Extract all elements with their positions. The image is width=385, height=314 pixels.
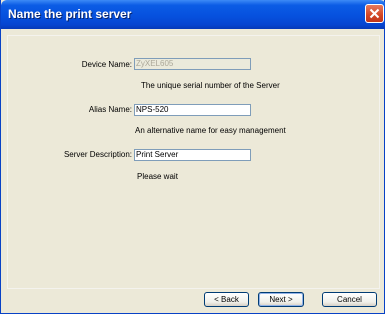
- device-name-field: ZyXEL605: [134, 58, 251, 70]
- alias-name-label: Alias Name:: [88, 105, 132, 114]
- cancel-button[interactable]: Cancel: [322, 292, 377, 307]
- device-name-hint: The unique serial number of the Server: [141, 81, 280, 90]
- title-bar: Name the print server: [1, 0, 385, 29]
- server-description-label: Server Description:: [63, 150, 132, 159]
- server-description-field[interactable]: Print Server: [134, 149, 251, 161]
- status-text: Please wait: [137, 172, 178, 181]
- close-icon: [369, 8, 380, 19]
- close-button[interactable]: [365, 4, 384, 23]
- device-name-label: Device Name:: [81, 60, 132, 69]
- back-button[interactable]: < Back: [204, 292, 249, 307]
- window-title: Name the print server: [8, 7, 132, 21]
- next-button[interactable]: Next >: [258, 292, 304, 307]
- alias-name-hint: An alternative name for easy management: [135, 126, 286, 135]
- wizard-window: Name the print server Device Name: ZyXEL…: [0, 0, 385, 314]
- wizard-content: [7, 35, 380, 289]
- alias-name-field[interactable]: NPS-520: [134, 104, 251, 116]
